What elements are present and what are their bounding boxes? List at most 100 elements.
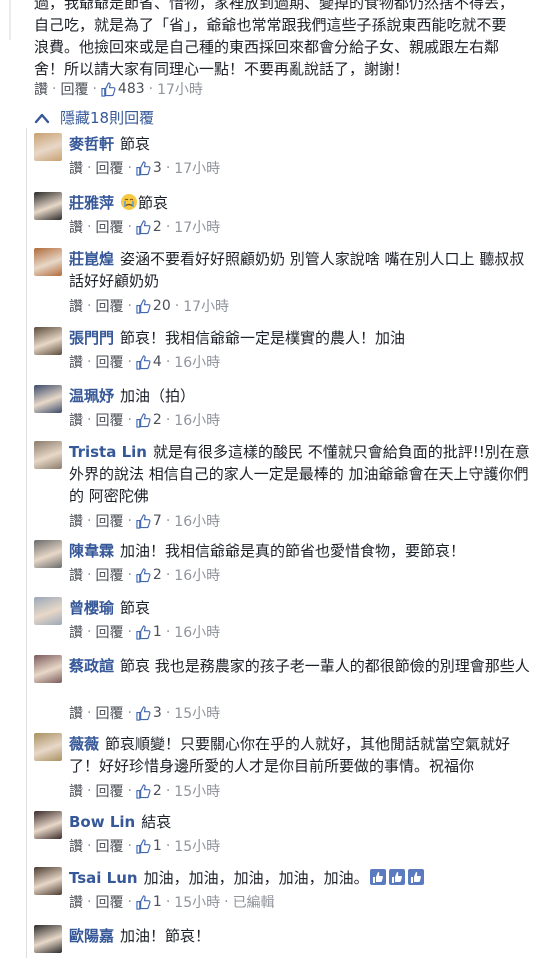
reply-link[interactable]: 回覆 xyxy=(95,410,123,430)
like-count-icon[interactable] xyxy=(101,81,116,97)
avatar[interactable] xyxy=(34,540,62,568)
reply-link[interactable]: 回覆 xyxy=(95,892,123,912)
like-count[interactable]: 2 xyxy=(153,783,162,799)
reply-link[interactable]: 回覆 xyxy=(95,158,123,178)
avatar[interactable] xyxy=(34,327,62,355)
edited-label[interactable]: 已編輯 xyxy=(233,892,275,912)
commenter-name[interactable]: 麥哲軒 xyxy=(69,135,114,153)
like-count[interactable]: 1 xyxy=(153,624,162,640)
like-count[interactable]: 1 xyxy=(153,894,162,910)
like-count[interactable]: 2 xyxy=(153,567,162,583)
avatar[interactable] xyxy=(34,133,62,161)
like-count-icon[interactable] xyxy=(136,567,151,583)
hide-replies-label[interactable]: 隱藏18則回覆 xyxy=(60,107,154,128)
avatar[interactable] xyxy=(34,811,62,839)
like-count-icon[interactable] xyxy=(136,894,151,910)
commenter-name[interactable]: 曾櫻瑜 xyxy=(69,599,114,617)
like-count-icon[interactable] xyxy=(136,705,151,721)
reply-link[interactable]: 回覆 xyxy=(95,511,123,531)
like-link[interactable]: 讚 xyxy=(69,410,83,430)
commenter-name[interactable]: 莊崑煌 xyxy=(69,250,114,268)
reply-link[interactable]: 回覆 xyxy=(95,352,123,372)
commenter-name[interactable]: 温珮妤 xyxy=(69,387,114,405)
avatar[interactable] xyxy=(34,867,62,895)
reply-link[interactable]: 回覆 xyxy=(95,217,123,237)
like-count[interactable]: 4 xyxy=(153,354,162,370)
like-count[interactable]: 20 xyxy=(153,298,171,314)
timestamp[interactable]: 15小時 xyxy=(174,892,220,912)
commenter-name[interactable]: 薇薇 xyxy=(69,735,99,753)
timestamp[interactable]: 17小時 xyxy=(183,296,229,316)
reply-link[interactable]: 回覆 xyxy=(60,79,88,99)
commenter-name[interactable]: 莊雅萍 xyxy=(69,194,114,212)
like-link[interactable]: 讚 xyxy=(69,296,83,316)
like-count[interactable]: 2 xyxy=(153,412,162,428)
like-count-icon[interactable] xyxy=(136,219,151,235)
reply-link[interactable]: 回覆 xyxy=(95,622,123,642)
like-count-icon[interactable] xyxy=(136,160,151,176)
timestamp[interactable]: 16小時 xyxy=(174,352,220,372)
like-link[interactable]: 讚 xyxy=(69,352,83,372)
like-count[interactable]: 3 xyxy=(153,705,162,721)
like-link[interactable]: 讚 xyxy=(69,511,83,531)
like-count-icon[interactable] xyxy=(136,354,151,370)
like-link[interactable]: 讚 xyxy=(69,703,83,723)
like-count-icon[interactable] xyxy=(136,624,151,640)
timestamp[interactable]: 15小時 xyxy=(174,703,220,723)
like-link[interactable]: 讚 xyxy=(69,158,83,178)
commenter-name[interactable]: 歐陽嘉 xyxy=(69,927,114,945)
avatar[interactable] xyxy=(34,733,62,761)
timestamp[interactable]: 16小時 xyxy=(174,410,220,430)
like-count[interactable]: 7 xyxy=(153,513,162,529)
timestamp[interactable]: 16小時 xyxy=(174,622,220,642)
like-link[interactable]: 讚 xyxy=(69,565,83,585)
hide-replies-toggle[interactable]: 隱藏18則回覆 xyxy=(34,107,154,128)
like-count[interactable]: 483 xyxy=(118,81,145,97)
like-count-icon[interactable] xyxy=(136,412,151,428)
timestamp[interactable]: 17小時 xyxy=(174,217,220,237)
reply-link[interactable]: 回覆 xyxy=(95,565,123,585)
like-link[interactable]: 讚 xyxy=(69,217,83,237)
timestamp[interactable]: 15小時 xyxy=(174,836,220,856)
like-link[interactable]: 讚 xyxy=(69,622,83,642)
timestamp[interactable]: 16小時 xyxy=(174,511,220,531)
reply-text: 節哀 我也是務農家的孩子老一輩人的都很節儉的別理會那些人 xyxy=(120,657,530,675)
like-count[interactable]: 2 xyxy=(153,219,162,235)
commenter-name[interactable]: Trista Lin xyxy=(69,443,147,461)
like-count-icon[interactable] xyxy=(136,513,151,529)
commenter-name[interactable]: Bow Lin xyxy=(69,813,135,831)
reply-link[interactable]: 回覆 xyxy=(95,703,123,723)
commenter-name[interactable]: 蔡政諠 xyxy=(69,657,114,675)
reply-link[interactable]: 回覆 xyxy=(95,836,123,856)
avatar[interactable] xyxy=(34,655,62,683)
like-link[interactable]: 讚 xyxy=(69,781,83,801)
reply-text: 姿涵不要看好好照顧奶奶 別管人家說啥 嘴在別人口上 聽叔叔話好好顧奶奶 xyxy=(69,250,525,290)
like-count-icon[interactable] xyxy=(136,838,151,854)
like-count[interactable]: 3 xyxy=(153,160,162,176)
avatar[interactable] xyxy=(34,441,62,469)
timestamp[interactable]: 17小時 xyxy=(157,79,203,99)
commenter-name[interactable]: 陳韋霖 xyxy=(69,542,114,560)
avatar[interactable] xyxy=(34,192,62,220)
reply-body: 蔡政諠 節哀 我也是務農家的孩子老一輩人的都很節儉的別理會那些人 xyxy=(69,655,534,677)
like-count-icon[interactable] xyxy=(136,298,151,314)
timestamp[interactable]: 15小時 xyxy=(174,781,220,801)
timestamp[interactable]: 16小時 xyxy=(174,565,220,585)
reply-text: 加油！節哀！ xyxy=(120,927,211,945)
like-link[interactable]: 讚 xyxy=(69,836,83,856)
avatar[interactable] xyxy=(34,248,62,276)
reply-link[interactable]: 回覆 xyxy=(95,296,123,316)
like-count[interactable]: 1 xyxy=(153,838,162,854)
like-link[interactable]: 讚 xyxy=(34,79,48,99)
timestamp[interactable]: 17小時 xyxy=(174,158,220,178)
avatar[interactable] xyxy=(34,385,62,413)
commenter-name[interactable]: Tsai Lun xyxy=(69,869,138,887)
reply-actions: 讚 · 回覆 · 3 · 15小時 xyxy=(69,703,221,723)
like-count-icon[interactable] xyxy=(136,783,151,799)
like-link[interactable]: 讚 xyxy=(69,892,83,912)
reply-link[interactable]: 回覆 xyxy=(95,781,123,801)
reply-item: 温珮妤 加油（拍） 讚 · 回覆 · 2 · 16小時 xyxy=(34,385,534,429)
commenter-name[interactable]: 張門門 xyxy=(69,329,114,347)
reply-body: 莊崑煌 姿涵不要看好好照顧奶奶 別管人家說啥 嘴在別人口上 聽叔叔話好好顧奶奶 xyxy=(69,248,534,292)
avatar[interactable] xyxy=(34,597,62,625)
